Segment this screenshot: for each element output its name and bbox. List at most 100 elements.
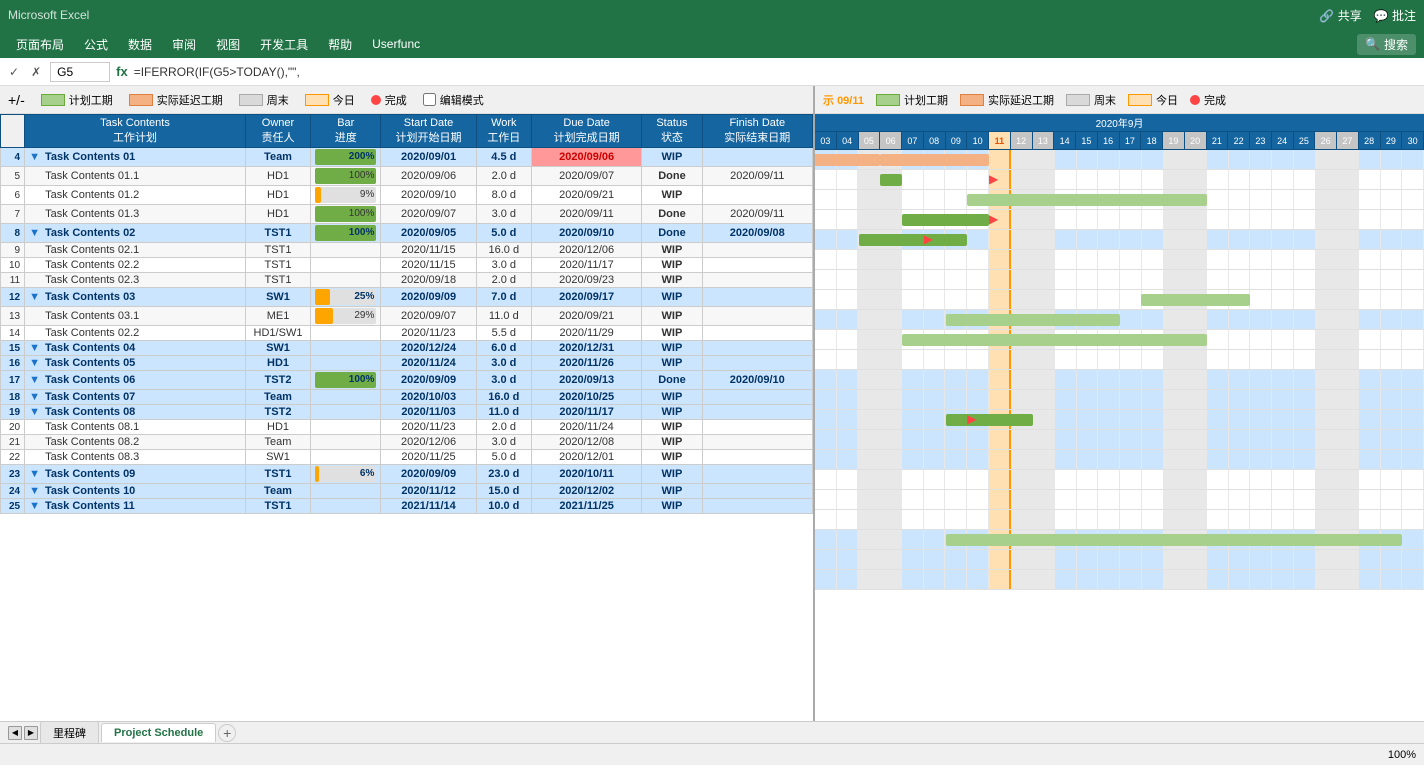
gantt-cell	[967, 290, 989, 309]
task-name-cell[interactable]: ▼ Task Contents 03	[25, 288, 246, 307]
gantt-cell	[1250, 310, 1272, 329]
gantt-cell	[945, 170, 967, 189]
formula-content[interactable]: =IFERROR(IF(G5>TODAY(),"",	[134, 65, 1418, 79]
gantt-cell	[1055, 490, 1077, 509]
expand-button[interactable]: ▼	[29, 357, 43, 369]
expand-button[interactable]: ▼	[29, 291, 43, 303]
task-name-cell[interactable]: Task Contents 08.1	[25, 420, 246, 435]
gantt-cell	[1402, 510, 1424, 529]
task-name-cell[interactable]: ▼ Task Contents 08	[25, 405, 246, 420]
title-actions: 🔗 共享 💬 批注	[1319, 7, 1416, 24]
gantt-cell	[858, 550, 880, 569]
gantt-cell	[1142, 370, 1164, 389]
gantt-cell	[1142, 270, 1164, 289]
expand-button[interactable]: ▼	[29, 406, 43, 418]
task-name-cell[interactable]: Task Contents 01.3	[25, 205, 246, 224]
scroll-right[interactable]: ▶	[24, 726, 38, 740]
expand-button[interactable]: ▼	[29, 485, 43, 497]
menu-item-data[interactable]: 数据	[120, 32, 160, 57]
table-row: 11Task Contents 02.3TST12020/09/182.0 d2…	[1, 273, 813, 288]
menu-item-review[interactable]: 审阅	[164, 32, 204, 57]
add-sheet-button[interactable]: +	[218, 724, 236, 742]
table-wrapper[interactable]: Task Contents 工作计划 Owner 责任人 Bar 进度	[0, 114, 813, 721]
col-start-header: Start Date 计划开始日期	[381, 115, 476, 148]
gantt-cell	[1120, 450, 1142, 469]
expand-button[interactable]: ▼	[29, 500, 43, 512]
work-cell: 11.0 d	[476, 405, 531, 420]
gantt-cell	[1381, 430, 1403, 449]
menu-item-help[interactable]: 帮助	[320, 32, 360, 57]
search-box[interactable]: 🔍 搜索	[1357, 34, 1416, 55]
row-number: 4	[1, 148, 25, 167]
start-date-cell: 2020/09/18	[381, 273, 476, 288]
gantt-date-28: 28	[1359, 132, 1381, 149]
task-name-cell[interactable]: ▼ Task Contents 11	[25, 499, 246, 514]
sheet-tab-milestone[interactable]: 里程碑	[40, 721, 99, 744]
expand-button[interactable]: ▼	[29, 391, 43, 403]
sheet-tab-project-schedule[interactable]: Project Schedule	[101, 723, 216, 742]
task-name-cell[interactable]: Task Contents 02.1	[25, 243, 246, 258]
menu-item-layout[interactable]: 页面布局	[8, 32, 72, 57]
task-name-cell[interactable]: Task Contents 08.3	[25, 450, 246, 465]
expand-button[interactable]: ▼	[29, 342, 43, 354]
scroll-left[interactable]: ◀	[8, 726, 22, 740]
task-name-cell[interactable]: ▼ Task Contents 02	[25, 224, 246, 243]
task-name-cell[interactable]: Task Contents 02.2	[25, 326, 246, 341]
due-date-cell: 2020/11/17	[531, 258, 641, 273]
formula-check[interactable]: ✓	[6, 65, 22, 79]
expand-button[interactable]: ▼	[29, 151, 43, 163]
cell-reference[interactable]: G5	[50, 62, 110, 82]
gantt-cell	[1250, 330, 1272, 349]
task-name-cell[interactable]: Task Contents 02.2	[25, 258, 246, 273]
comment-button[interactable]: 💬 批注	[1374, 7, 1416, 24]
start-date-cell: 2020/11/03	[381, 405, 476, 420]
table-row: 7Task Contents 01.3HD1100%2020/09/073.0 …	[1, 205, 813, 224]
legend-delay: 实际延迟工期	[129, 92, 223, 108]
task-name-cell[interactable]: ▼ Task Contents 06	[25, 371, 246, 390]
table-row: 21Task Contents 08.2Team2020/12/063.0 d2…	[1, 435, 813, 450]
task-name-cell[interactable]: ▼ Task Contents 05	[25, 356, 246, 371]
task-name-cell[interactable]: Task Contents 01.2	[25, 186, 246, 205]
start-date-cell: 2020/09/05	[381, 224, 476, 243]
expand-button[interactable]: ▼	[29, 468, 43, 480]
gantt-cell	[880, 510, 902, 529]
owner-cell: HD1	[245, 186, 310, 205]
gantt-cell	[1164, 210, 1186, 229]
gantt-cell	[880, 190, 902, 209]
expand-button[interactable]: ▼	[29, 374, 43, 386]
gantt-cell	[1185, 470, 1207, 489]
task-name-cell[interactable]: ▼ Task Contents 01	[25, 148, 246, 167]
gantt-cell	[1055, 410, 1077, 429]
task-name-cell[interactable]: Task Contents 08.2	[25, 435, 246, 450]
task-name-cell[interactable]: ▼ Task Contents 04	[25, 341, 246, 356]
edit-mode-checkbox[interactable]	[423, 93, 436, 106]
gantt-cell	[1316, 410, 1338, 429]
task-name-cell[interactable]: ▼ Task Contents 09	[25, 465, 246, 484]
share-button[interactable]: 🔗 共享	[1319, 7, 1361, 24]
finish-date-cell	[702, 148, 812, 167]
start-date-cell: 2020/09/07	[381, 205, 476, 224]
gantt-cell	[1359, 170, 1381, 189]
gantt-cell	[815, 210, 837, 229]
menu-item-dev[interactable]: 开发工具	[252, 32, 316, 57]
gantt-cell	[1055, 250, 1077, 269]
task-name-cell[interactable]: ▼ Task Contents 07	[25, 390, 246, 405]
task-name-cell[interactable]: ▼ Task Contents 10	[25, 484, 246, 499]
task-name-cell[interactable]: Task Contents 01.1	[25, 167, 246, 186]
task-name-cell[interactable]: Task Contents 03.1	[25, 307, 246, 326]
legend-plus[interactable]: +/-	[8, 92, 25, 108]
expand-button[interactable]: ▼	[29, 227, 43, 239]
gantt-cell	[1011, 450, 1033, 469]
finish-date-cell	[702, 390, 812, 405]
gantt-cell	[1316, 370, 1338, 389]
menu-item-userfunc[interactable]: Userfunc	[364, 33, 428, 55]
gantt-cell	[1381, 290, 1403, 309]
menu-item-view[interactable]: 视图	[208, 32, 248, 57]
formula-cross[interactable]: ✗	[28, 65, 44, 79]
gantt-rows[interactable]: ▶▶▶▶	[815, 150, 1424, 721]
gantt-cell	[1077, 430, 1099, 449]
task-name-cell[interactable]: Task Contents 02.3	[25, 273, 246, 288]
gantt-cell	[1381, 170, 1403, 189]
menu-item-formula[interactable]: 公式	[76, 32, 116, 57]
fx-button[interactable]: fx	[116, 64, 128, 79]
